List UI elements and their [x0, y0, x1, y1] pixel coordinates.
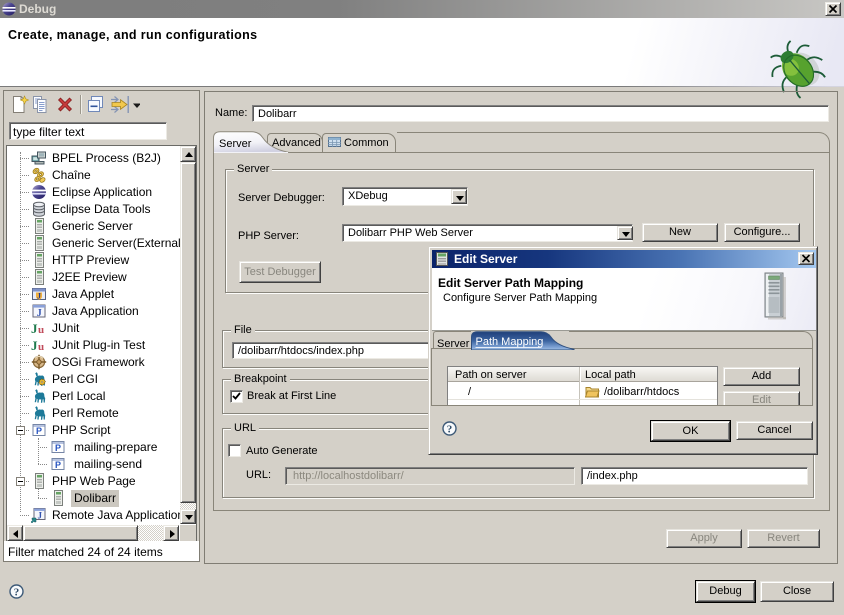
svg-text:?: ? — [447, 424, 453, 436]
svg-text:Path Mapping: Path Mapping — [476, 336, 544, 348]
svg-text:?: ? — [14, 587, 20, 599]
svg-text:Server: Server — [219, 138, 252, 150]
